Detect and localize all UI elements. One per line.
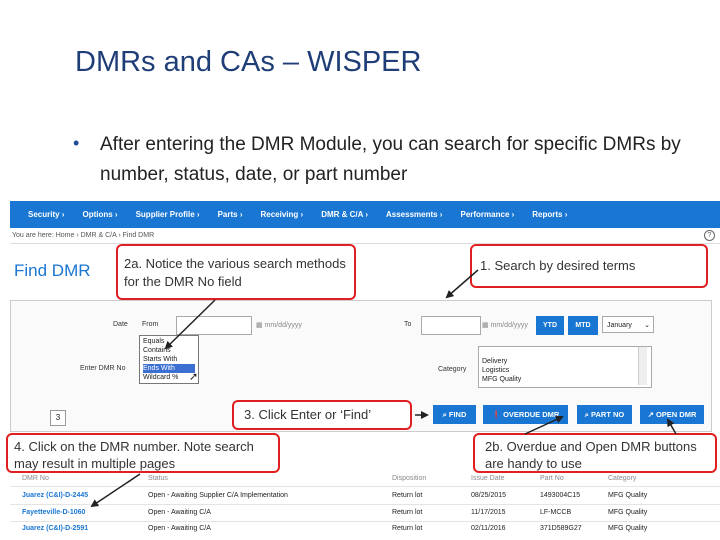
arrow-1 [445,269,479,299]
arrow-2b-left [524,415,564,435]
arrow-2a [164,299,216,350]
arrow-2b-right [667,418,677,435]
callout-arrows [90,269,677,508]
arrow-4 [90,473,141,508]
